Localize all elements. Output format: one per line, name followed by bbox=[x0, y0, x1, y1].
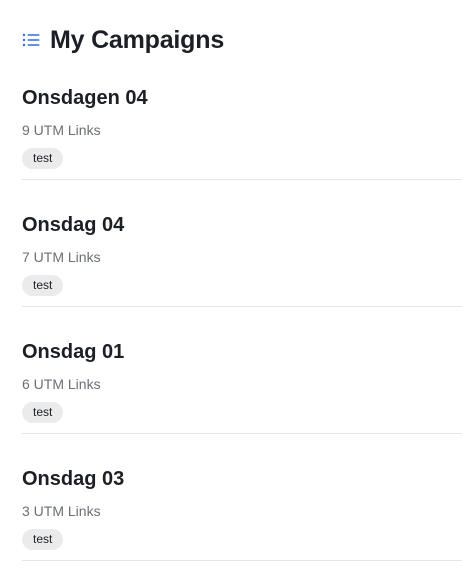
campaign-list: Onsdagen 04 9 UTM Links test Onsdag 04 7… bbox=[22, 85, 462, 561]
campaign-title[interactable]: Onsdag 01 bbox=[22, 339, 124, 365]
campaign-card[interactable]: Onsdag 01 6 UTM Links test bbox=[22, 339, 462, 434]
list-icon bbox=[22, 33, 40, 47]
page: My Campaigns Onsdagen 04 9 UTM Links tes… bbox=[0, 0, 462, 575]
campaign-link-count: 3 UTM Links bbox=[22, 503, 101, 519]
campaign-link-count: 9 UTM Links bbox=[22, 122, 101, 138]
campaign-tag[interactable]: test bbox=[22, 275, 64, 296]
campaign-tag[interactable]: test bbox=[22, 148, 64, 169]
page-title: My Campaigns bbox=[50, 25, 225, 54]
campaign-tag[interactable]: test bbox=[22, 402, 64, 423]
campaign-link-count: 7 UTM Links bbox=[22, 249, 101, 265]
campaign-tag[interactable]: test bbox=[22, 529, 64, 550]
campaign-title[interactable]: Onsdagen 04 bbox=[22, 85, 148, 111]
campaign-title[interactable]: Onsdag 03 bbox=[22, 466, 124, 492]
campaign-title[interactable]: Onsdag 04 bbox=[22, 212, 124, 238]
campaign-link-count: 6 UTM Links bbox=[22, 376, 101, 392]
campaign-card[interactable]: Onsdagen 04 9 UTM Links test bbox=[22, 85, 462, 180]
page-header: My Campaigns bbox=[22, 24, 224, 56]
campaign-card[interactable]: Onsdag 04 7 UTM Links test bbox=[22, 212, 462, 307]
campaign-card[interactable]: Onsdag 03 3 UTM Links test bbox=[22, 466, 462, 561]
